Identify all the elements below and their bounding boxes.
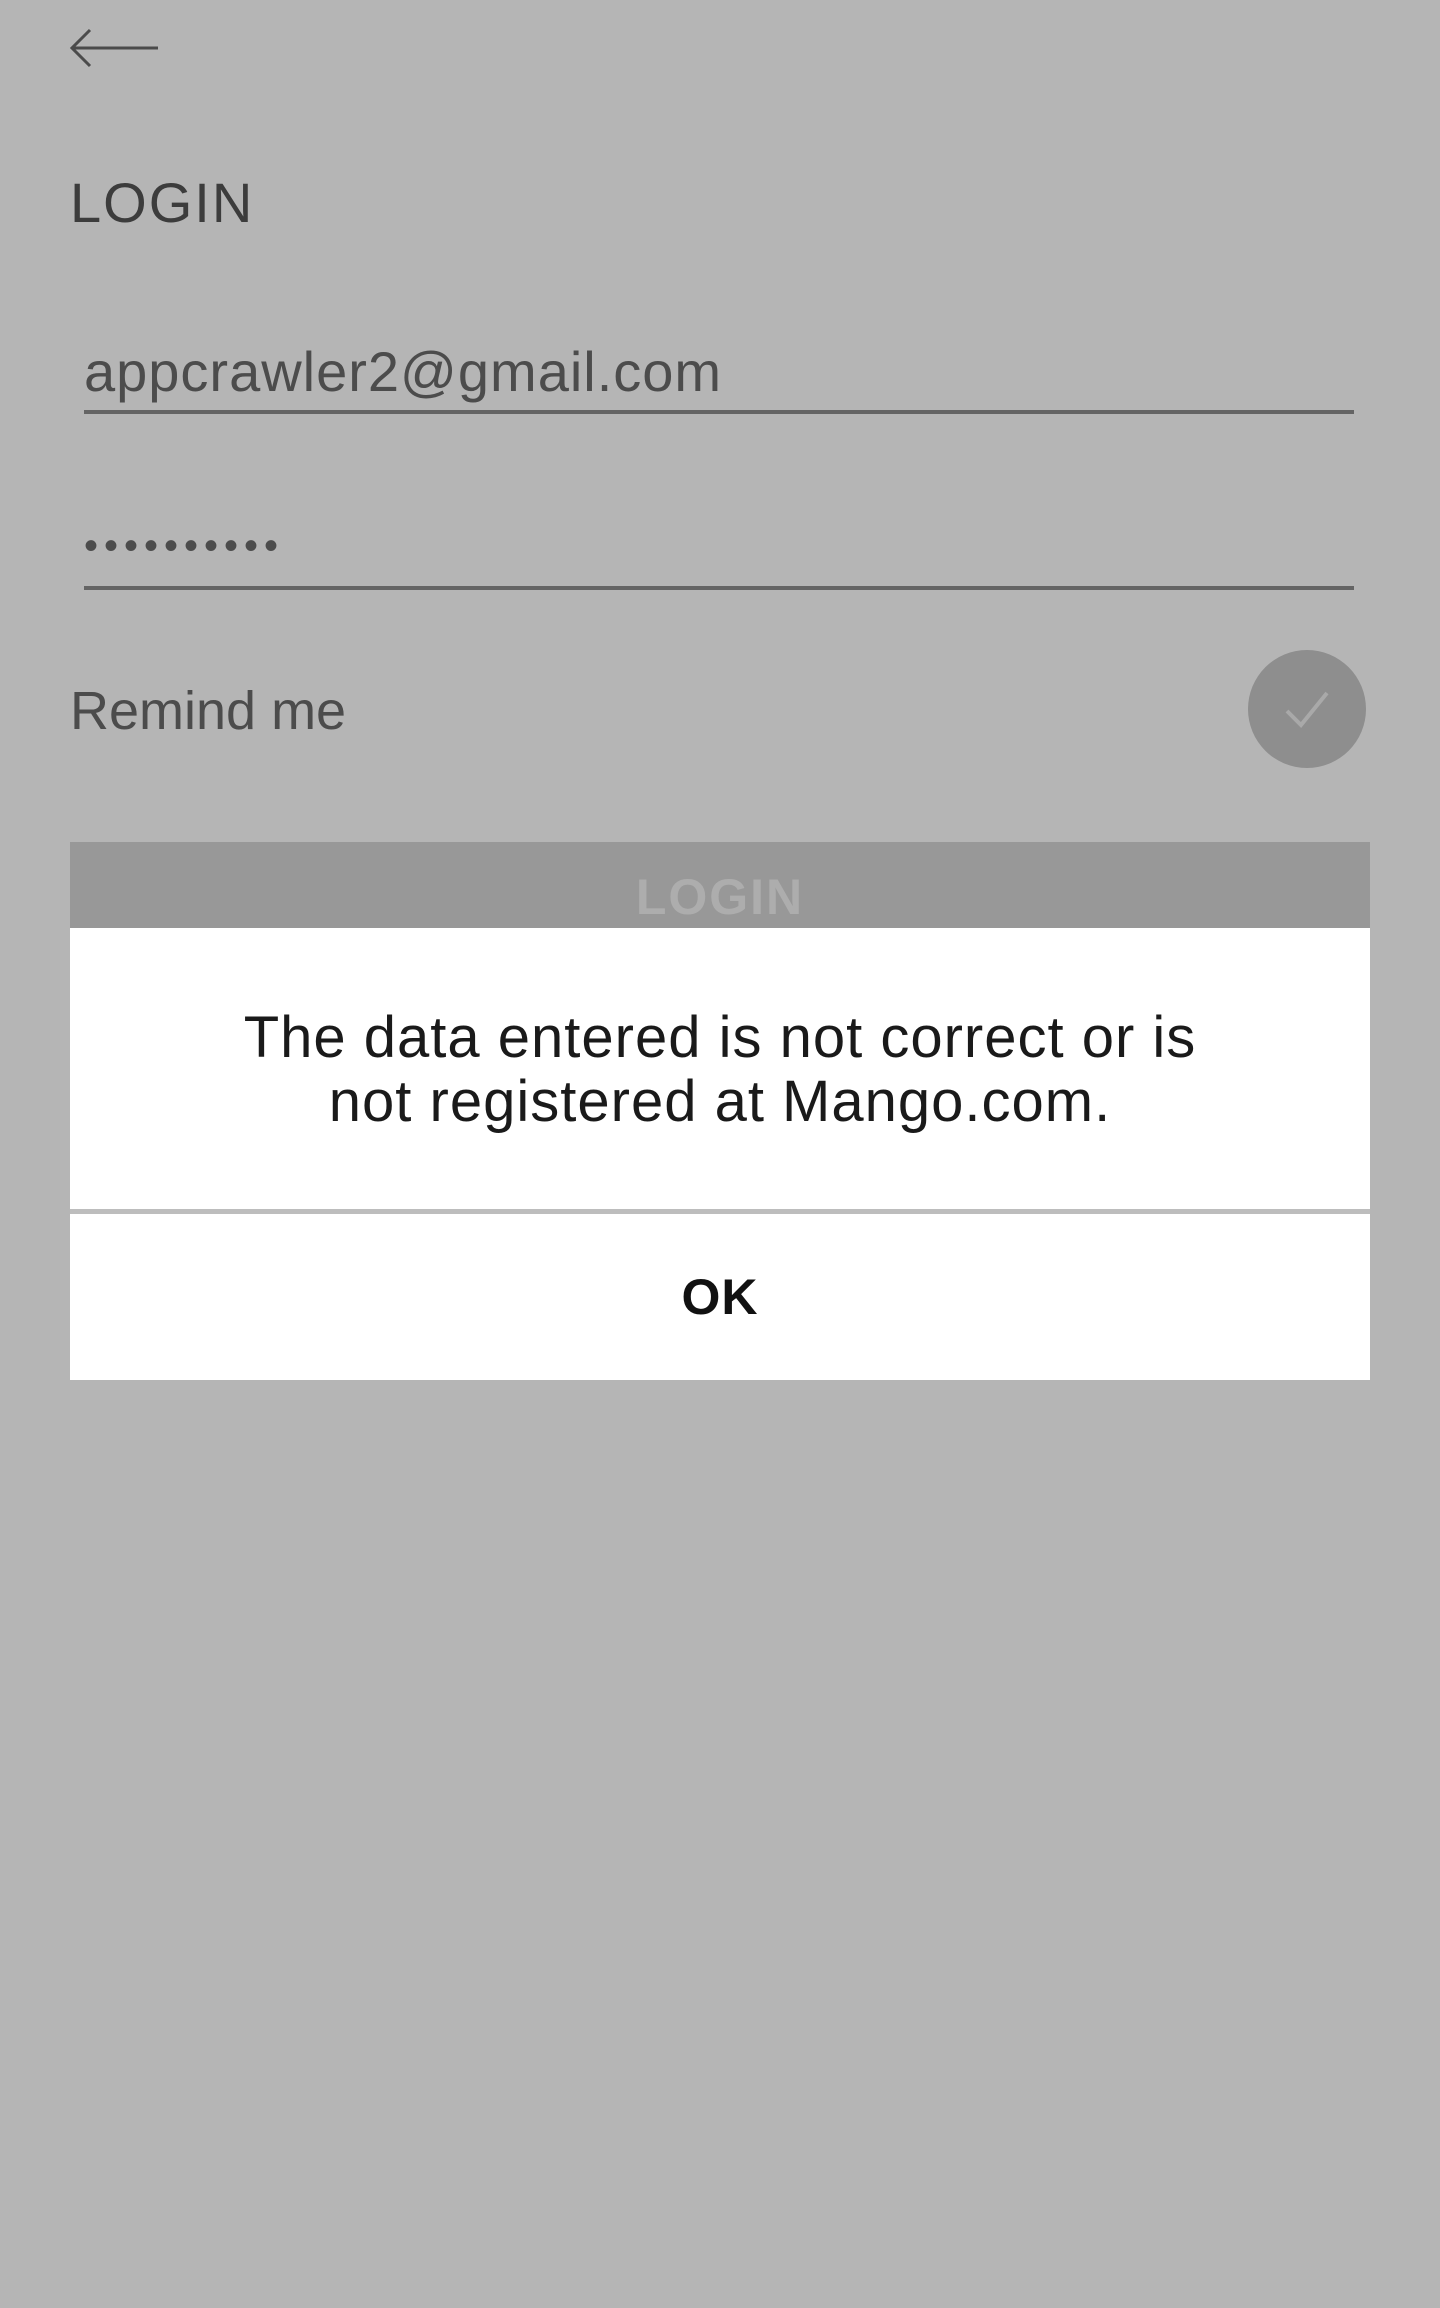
error-message: The data entered is not correct or is no… — [70, 1006, 1370, 1134]
error-dialog: The data entered is not correct or is no… — [70, 928, 1370, 1380]
ok-button[interactable]: OK — [70, 1214, 1370, 1380]
error-message-line-2: not registered at Mango.com. — [328, 1069, 1112, 1134]
error-message-line-1: The data entered is not correct or is — [243, 1005, 1197, 1070]
